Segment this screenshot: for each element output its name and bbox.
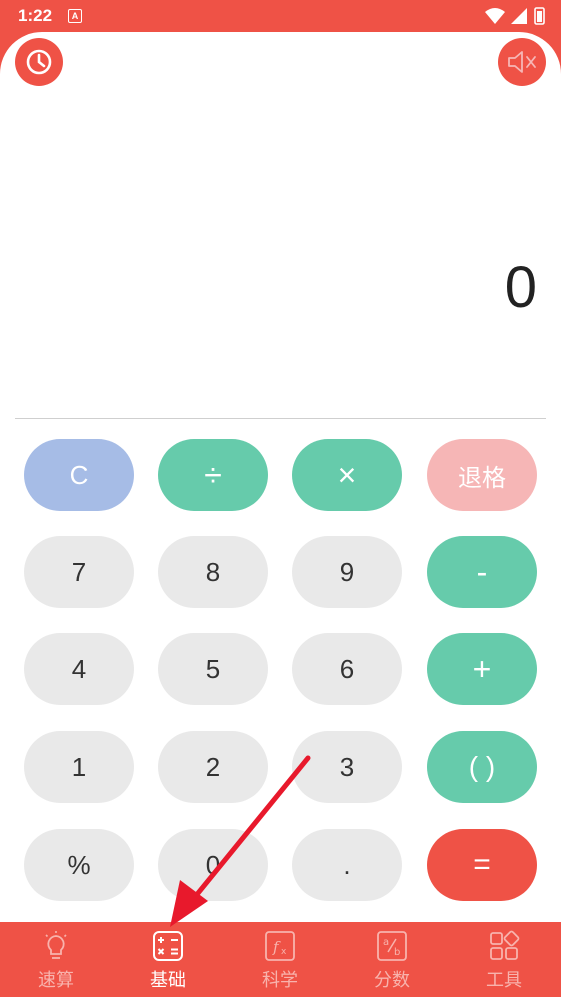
bottom-nav: 速算 基础 f x 科学 a b 分数 工具 — [0, 922, 561, 997]
svg-text:a: a — [383, 937, 389, 948]
grid-icon — [490, 930, 520, 960]
subtract-button[interactable]: - — [427, 536, 537, 608]
parentheses-button[interactable]: ( ) — [427, 731, 537, 803]
nav-item-basic[interactable]: 基础 — [112, 922, 224, 997]
calculator-screen: 0 C ÷ × 退格 7 8 9 - 4 5 6 + 1 2 3 ( ) % 0… — [0, 32, 561, 922]
divide-button[interactable]: ÷ — [158, 439, 268, 511]
digit-8-button[interactable]: 8 — [158, 536, 268, 608]
clear-button[interactable]: C — [24, 439, 134, 511]
clock-icon — [26, 49, 52, 75]
digit-1-button[interactable]: 1 — [24, 731, 134, 803]
status-bar: 1:22 A — [0, 0, 561, 32]
digit-3-button[interactable]: 3 — [292, 731, 402, 803]
digit-7-button[interactable]: 7 — [24, 536, 134, 608]
result-display: 0 — [504, 255, 537, 320]
status-time: 1:22 — [18, 6, 53, 25]
lightbulb-icon — [45, 931, 67, 959]
nav-label: 速算 — [38, 970, 74, 991]
add-button[interactable]: + — [427, 633, 537, 705]
digit-9-button[interactable]: 9 — [292, 536, 402, 608]
nav-label: 基础 — [150, 970, 186, 991]
digit-6-button[interactable]: 6 — [292, 633, 402, 705]
notification-icon: A — [68, 9, 82, 23]
fraction-icon: a b — [377, 931, 407, 961]
calculator-icon — [153, 931, 183, 961]
history-button[interactable] — [15, 38, 63, 86]
equals-button[interactable]: = — [427, 829, 537, 901]
speaker-muted-icon — [508, 51, 536, 73]
percent-button[interactable]: % — [24, 829, 134, 901]
nav-label: 科学 — [262, 970, 298, 991]
nav-label: 分数 — [374, 970, 410, 991]
digit-0-button[interactable]: 0 — [158, 829, 268, 901]
function-icon: f x — [265, 931, 295, 961]
svg-text:b: b — [394, 947, 400, 958]
digit-5-button[interactable]: 5 — [158, 633, 268, 705]
digit-4-button[interactable]: 4 — [24, 633, 134, 705]
sound-toggle-button[interactable] — [498, 38, 546, 86]
multiply-button[interactable]: × — [292, 439, 402, 511]
svg-text:x: x — [281, 947, 287, 957]
nav-item-scientific[interactable]: f x 科学 — [224, 922, 336, 997]
nav-item-fraction[interactable]: a b 分数 — [336, 922, 448, 997]
svg-text:f: f — [272, 938, 281, 956]
nav-item-tools[interactable]: 工具 — [448, 922, 560, 997]
digit-2-button[interactable]: 2 — [158, 731, 268, 803]
nav-item-quick-calc[interactable]: 速算 — [0, 922, 112, 997]
status-icons — [485, 7, 545, 25]
decimal-button[interactable]: . — [292, 829, 402, 901]
nav-label: 工具 — [486, 970, 522, 991]
display-divider — [15, 418, 546, 419]
backspace-button[interactable]: 退格 — [427, 439, 537, 511]
